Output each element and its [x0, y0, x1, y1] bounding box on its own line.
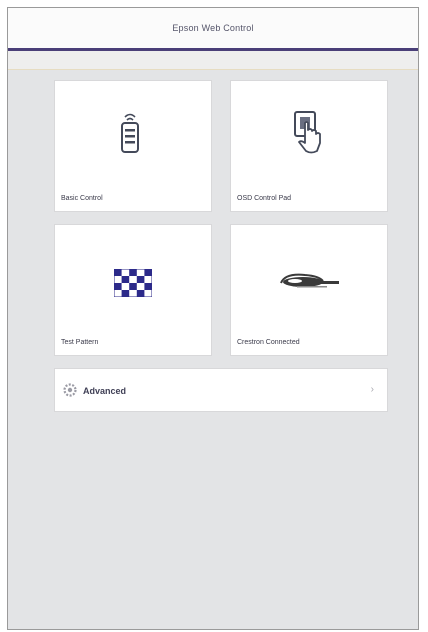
- tile-label: Test Pattern: [61, 339, 99, 346]
- remote-control-icon: [121, 113, 139, 153]
- advanced-label: Advanced: [83, 386, 127, 396]
- sub-bar: [8, 51, 418, 70]
- tile-test-pattern[interactable]: Test Pattern: [54, 224, 212, 356]
- tile-basic-control[interactable]: Basic Control: [54, 80, 212, 212]
- tile-label: Basic Control: [61, 195, 103, 202]
- tile-label: OSD Control Pad: [237, 195, 292, 202]
- chevron-right-icon: ›: [370, 384, 374, 395]
- tile-crestron-connected[interactable]: Crestron Connected: [230, 224, 388, 356]
- page-title: Epson Web Control: [172, 23, 254, 33]
- touch-pad-icon: [294, 111, 321, 154]
- tile-osd-control-pad[interactable]: OSD Control Pad: [230, 80, 388, 212]
- advanced-row[interactable]: Advanced ›: [54, 368, 388, 412]
- app-window: Epson Web Control Basic Control OSD Cont…: [7, 7, 419, 630]
- top-bar: Epson Web Control: [8, 8, 418, 51]
- crestron-logo: [280, 273, 339, 288]
- gear-icon: [63, 383, 77, 397]
- tile-label: Crestron Connected: [237, 339, 300, 346]
- checkerboard-icon: [114, 269, 152, 297]
